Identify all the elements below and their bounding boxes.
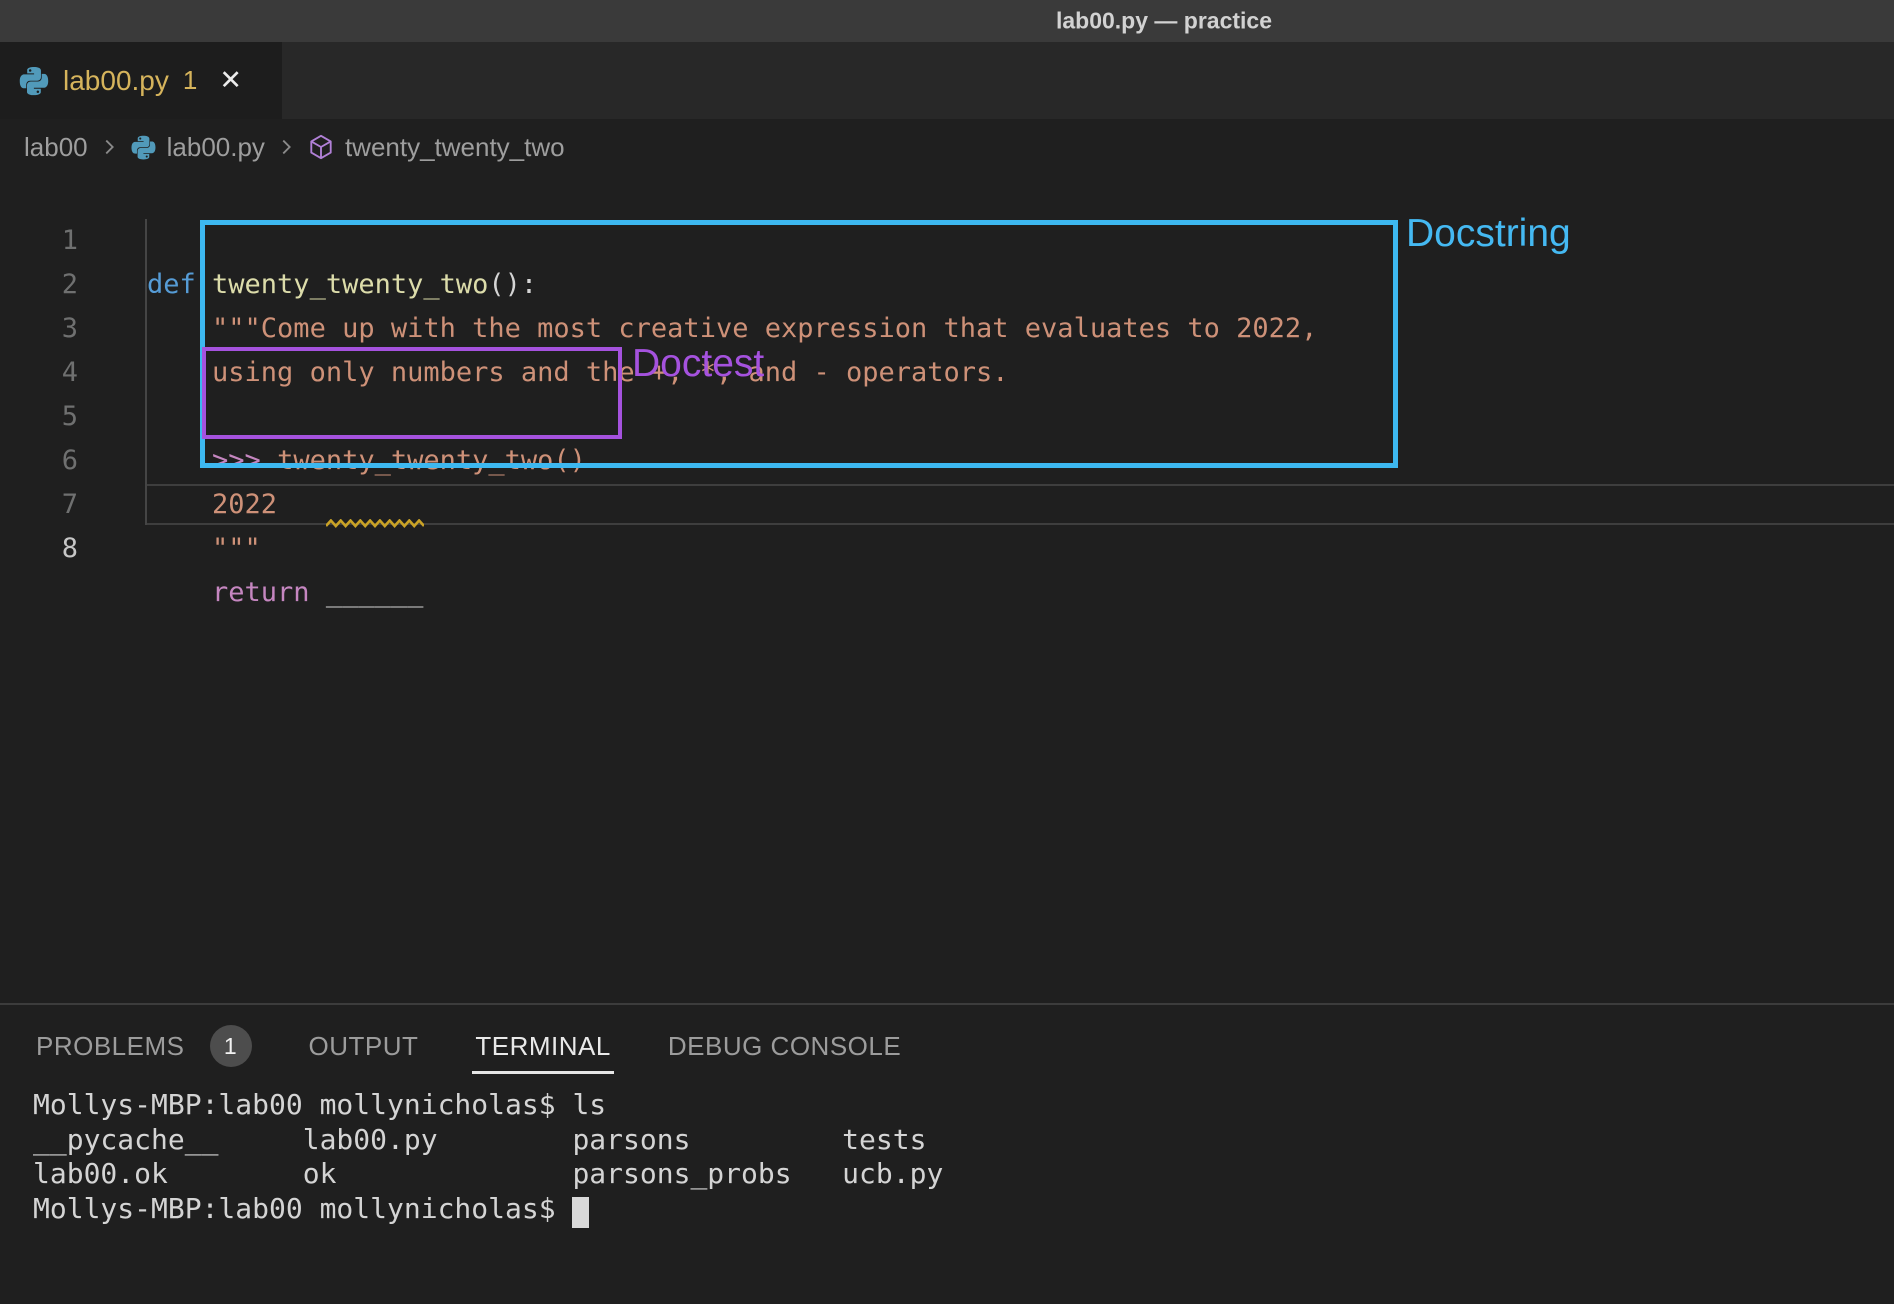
tab-debug-console-label: DEBUG CONSOLE (668, 1031, 901, 1062)
code-token: """ (212, 533, 261, 564)
terminal-cursor (572, 1197, 589, 1228)
vscode-window: lab00.py — practice lab00.py 1 ✕ lab00 l… (0, 0, 1894, 1304)
tab-terminal[interactable]: TERMINAL (475, 1018, 610, 1074)
doctest-annotation-label: Doctest (632, 342, 764, 386)
tab-problems-label: PROBLEMS (36, 1031, 185, 1062)
terminal-prompt-line: Mollys-MBP:lab00 mollynicholas$ (33, 1192, 943, 1227)
tab-debug-console[interactable]: DEBUG CONSOLE (668, 1018, 901, 1074)
doctest-annotation-box (202, 347, 622, 439)
panel-tab-bar: PROBLEMS 1 OUTPUT TERMINAL DEBUG CONSOLE (36, 1018, 901, 1074)
code-line-8[interactable]: 8 return ______ (0, 483, 1894, 527)
active-tab-underline (472, 1071, 613, 1074)
line-number: 8 (0, 527, 78, 571)
code-line-1[interactable]: 1 def twenty_twenty_two(): (0, 175, 1894, 219)
blank-placeholder: ______ (326, 577, 424, 608)
code-token: return (212, 577, 310, 608)
problems-count-badge: 1 (210, 1025, 252, 1067)
tab-problems[interactable]: PROBLEMS 1 (36, 1018, 252, 1074)
code-token (147, 577, 212, 608)
code-editor[interactable]: 1 def twenty_twenty_two(): 2 """Come up … (0, 0, 1894, 1004)
code-token (147, 533, 212, 564)
terminal-line: Mollys-MBP:lab00 mollynicholas$ ls (33, 1088, 943, 1123)
tab-output-label: OUTPUT (309, 1031, 419, 1062)
warning-squiggle (326, 519, 424, 528)
terminal-prompt: Mollys-MBP:lab00 mollynicholas$ (33, 1192, 572, 1225)
terminal-line: __pycache__ lab00.py parsons tests (33, 1123, 943, 1158)
tab-terminal-label: TERMINAL (475, 1031, 610, 1062)
terminal-line: lab00.ok ok parsons_probs ucb.py (33, 1157, 943, 1192)
panel-divider (0, 1003, 1894, 1005)
tab-output[interactable]: OUTPUT (309, 1018, 419, 1074)
terminal-output[interactable]: Mollys-MBP:lab00 mollynicholas$ ls __pyc… (33, 1088, 943, 1226)
code-token (310, 577, 326, 608)
docstring-annotation-label: Docstring (1406, 212, 1571, 256)
